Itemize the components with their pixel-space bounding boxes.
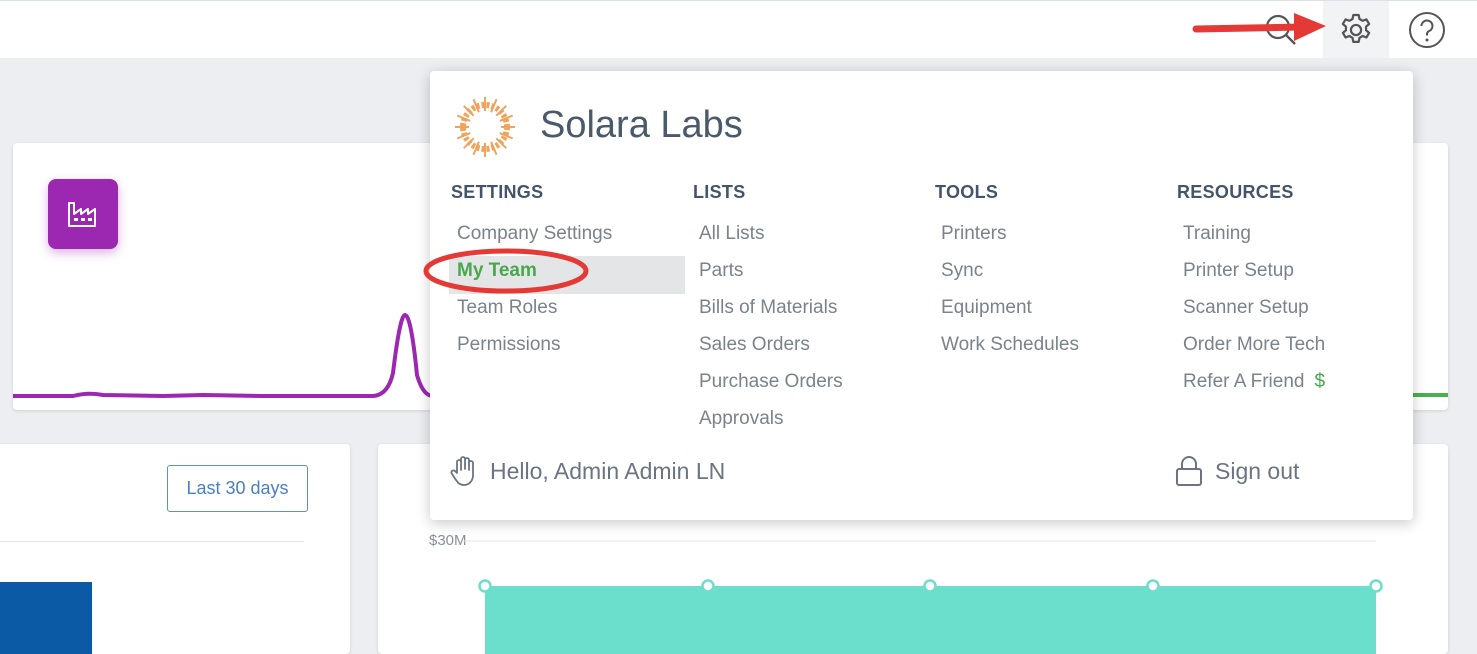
menu-item-work-schedules[interactable]: Work Schedules (941, 332, 1079, 369)
menu-item-printers[interactable]: Printers (941, 221, 1079, 258)
menu-item-permissions[interactable]: Permissions (457, 332, 612, 369)
settings-dropdown: Solara Labs SETTINGS Company Settings My… (423, 71, 1413, 520)
menu-item-order-more-tech[interactable]: Order More Tech (1183, 332, 1325, 369)
settings-heading: SETTINGS (451, 182, 544, 202)
settings-column: SETTINGS Company Settings My Team Team R… (423, 181, 685, 369)
gear-icon (1341, 13, 1371, 43)
menu-item-all-lists[interactable]: All Lists (699, 221, 843, 258)
menu-item-printer-setup[interactable]: Printer Setup (1183, 258, 1325, 295)
menu-item-refer-a-friend[interactable]: Refer A Friend $ (1183, 369, 1325, 406)
divider (0, 541, 304, 542)
annotation-circle-icon (423, 248, 589, 294)
resources-column: RESOURCES Training Printer Setup Scanner… (1177, 181, 1325, 406)
menu-item-purchase-orders[interactable]: Purchase Orders (699, 369, 843, 406)
menu-item-sync[interactable]: Sync (941, 258, 1079, 295)
top-bar (0, 0, 1477, 58)
resources-heading: RESOURCES (1177, 182, 1294, 202)
menu-item-team-roles[interactable]: Team Roles (457, 295, 612, 332)
hand-wave-icon (450, 456, 474, 486)
bar (0, 582, 92, 654)
menu-item-approvals[interactable]: Approvals (699, 406, 843, 443)
greeting: Hello, Admin Admin LN (450, 455, 725, 487)
menu-item-scanner-setup[interactable]: Scanner Setup (1183, 295, 1325, 332)
company-logo (455, 97, 515, 157)
sign-out-label: Sign out (1215, 457, 1300, 484)
menu-item-bills-of-materials[interactable]: Bills of Materials (699, 295, 843, 332)
menu-item-parts[interactable]: Parts (699, 258, 843, 295)
help-icon (1409, 11, 1445, 48)
tools-column: TOOLS Printers Sync Equipment Work Sched… (935, 181, 1079, 369)
menu-item-my-team[interactable]: My Team (423, 248, 685, 295)
lock-icon (1176, 456, 1202, 486)
lists-column: LISTS All Lists Parts Bills of Materials… (693, 181, 843, 443)
company-name: Solara Labs (540, 104, 743, 146)
menu-item-equipment[interactable]: Equipment (941, 295, 1079, 332)
dollar-icon: $ (1314, 371, 1326, 392)
help-button[interactable] (1394, 1, 1460, 58)
greeting-text: Hello, Admin Admin LN (490, 457, 726, 484)
menu-item-training[interactable]: Training (1183, 221, 1325, 258)
settings-button[interactable] (1323, 1, 1389, 58)
orders-card: Last 30 days (0, 444, 350, 654)
lists-heading: LISTS (693, 182, 746, 202)
annotation-arrow-icon (1192, 13, 1326, 41)
menu-item-sales-orders[interactable]: Sales Orders (699, 332, 843, 369)
tools-heading: TOOLS (935, 182, 999, 202)
green-series-line (1413, 393, 1448, 397)
date-range-button[interactable]: Last 30 days (167, 465, 308, 512)
sign-out-button[interactable]: Sign out (1175, 455, 1299, 487)
